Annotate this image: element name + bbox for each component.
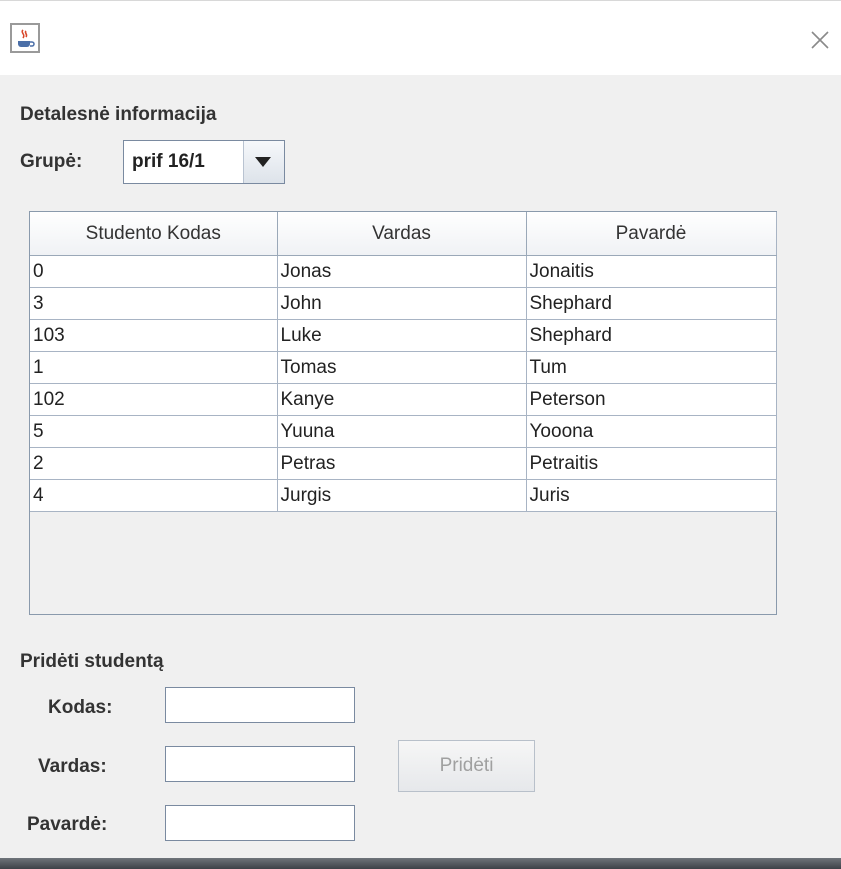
surname-label: Pavardė: — [27, 814, 108, 835]
cell-code[interactable]: 2 — [30, 447, 278, 480]
table-header-row: Studento Kodas Vardas Pavardė — [30, 212, 777, 256]
cell-code[interactable]: 0 — [30, 255, 278, 288]
cell-surname[interactable]: Jonaitis — [526, 255, 777, 288]
group-combobox[interactable]: prif 16/1 — [123, 140, 285, 184]
add-student-heading: Pridėti studentą — [20, 651, 164, 672]
cell-surname[interactable]: Yooona — [526, 415, 777, 448]
surname-input[interactable] — [165, 805, 355, 841]
cell-name[interactable]: Luke — [277, 319, 527, 352]
cell-surname[interactable]: Juris — [526, 479, 777, 512]
group-label: Grupė: — [20, 151, 83, 172]
window-bottom-edge — [0, 858, 841, 869]
title-bar — [0, 0, 841, 75]
cell-code[interactable]: 102 — [30, 383, 278, 416]
table-row[interactable]: 0 Jonas Jonaitis — [30, 255, 777, 288]
table-row[interactable]: 1 Tomas Tum — [30, 351, 777, 384]
table-row[interactable]: 102 Kanye Peterson — [30, 383, 777, 416]
table-row[interactable]: 2 Petras Petraitis — [30, 447, 777, 480]
cell-name[interactable]: Kanye — [277, 383, 527, 416]
cell-surname[interactable]: Tum — [526, 351, 777, 384]
column-header-name[interactable]: Vardas — [277, 212, 527, 256]
cell-name[interactable]: Jonas — [277, 255, 527, 288]
cell-surname[interactable]: Shephard — [526, 287, 777, 320]
cell-name[interactable]: Petras — [277, 447, 527, 480]
cell-code[interactable]: 1 — [30, 351, 278, 384]
java-cup-icon — [10, 23, 40, 53]
column-header-surname[interactable]: Pavardė — [526, 212, 777, 256]
close-icon — [811, 31, 829, 49]
column-header-code[interactable]: Studento Kodas — [30, 212, 278, 256]
chevron-down-icon — [255, 157, 271, 167]
name-input[interactable] — [165, 746, 355, 782]
table-row[interactable]: 103 Luke Shephard — [30, 319, 777, 352]
close-button[interactable] — [809, 29, 831, 51]
cell-surname[interactable]: Petraitis — [526, 447, 777, 480]
name-label: Vardas: — [38, 756, 107, 777]
group-selected-value: prif 16/1 — [132, 151, 205, 172]
cell-code[interactable]: 3 — [30, 287, 278, 320]
combo-dropdown-button[interactable] — [243, 141, 284, 183]
cell-name[interactable]: Jurgis — [277, 479, 527, 512]
students-table: Studento Kodas Vardas Pavardė 0 Jonas Jo… — [29, 211, 777, 615]
cell-code[interactable]: 5 — [30, 415, 278, 448]
details-heading: Detalesnė informacija — [20, 104, 217, 125]
cell-code[interactable]: 4 — [30, 479, 278, 512]
cell-surname[interactable]: Peterson — [526, 383, 777, 416]
code-label: Kodas: — [48, 697, 113, 718]
table-row[interactable]: 3 John Shephard — [30, 287, 777, 320]
cell-surname[interactable]: Shephard — [526, 319, 777, 352]
table-row[interactable]: 4 Jurgis Juris — [30, 479, 777, 512]
code-input[interactable] — [165, 687, 355, 723]
cell-name[interactable]: John — [277, 287, 527, 320]
cell-name[interactable]: Yuuna — [277, 415, 527, 448]
cell-code[interactable]: 103 — [30, 319, 278, 352]
cell-name[interactable]: Tomas — [277, 351, 527, 384]
table-row[interactable]: 5 Yuuna Yooona — [30, 415, 777, 448]
add-student-button[interactable]: Pridėti — [398, 740, 535, 792]
